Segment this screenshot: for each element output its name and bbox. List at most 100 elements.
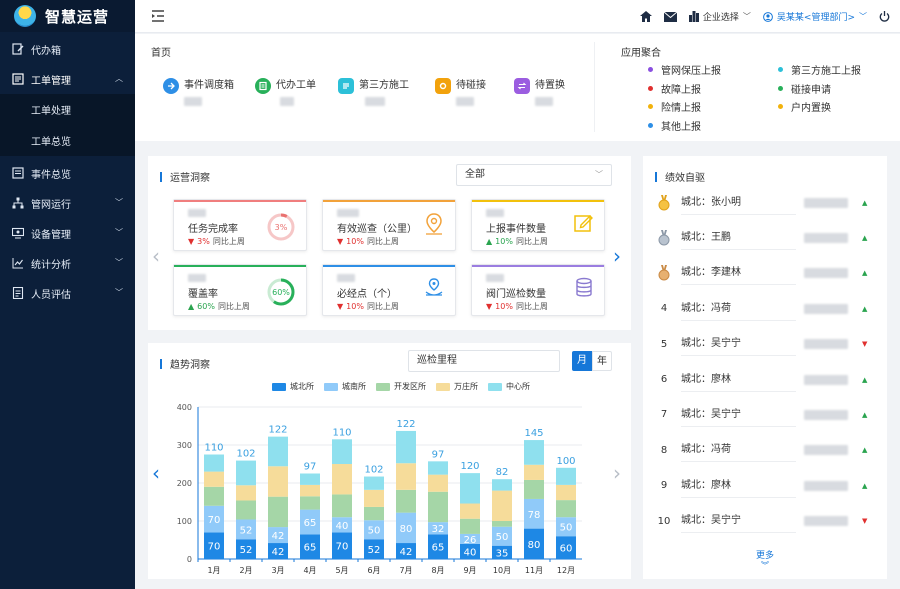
legend-item[interactable]: 开发区所 [376, 381, 426, 392]
prev-arrow-icon[interactable]: ‹ [152, 461, 160, 485]
perf-rank: 8 [660, 444, 668, 456]
app-logo[interactable]: 智慧运营 [0, 0, 135, 32]
menu-collapse-icon[interactable] [151, 10, 165, 22]
bar-segment [492, 479, 512, 491]
sidebar-item-workorder-process[interactable]: 工单处理 [0, 94, 135, 125]
kpi-valve-inspection[interactable]: 阀门巡检数量 ▼ 10% 同比上周 [471, 264, 605, 316]
kpi-compare: ▲ 10% 同比上周 [486, 236, 548, 247]
agg-link-other-report[interactable]: 其他上报 [648, 118, 701, 133]
ops-filter-value: 全部 [465, 169, 485, 180]
bar-segment [428, 461, 448, 475]
perf-name: 城北：李建林 [681, 261, 796, 286]
database-icon [576, 277, 592, 297]
perf-value-blurred [804, 303, 848, 314]
perf-name: 城北：吴宁宁 [681, 332, 796, 357]
sidebar-item-todo[interactable]: 代办箱 [0, 34, 135, 64]
arrow-up-icon: ▲ [862, 233, 868, 242]
agg-link-label: 险情上报 [661, 103, 701, 114]
perf-rank: 5 [660, 338, 668, 350]
bar-segment [300, 484, 320, 497]
user-menu[interactable]: 吴某某<管理部门> ﹀ [763, 10, 867, 23]
shortcut-label: 待碰接 [456, 80, 486, 91]
legend-item[interactable]: 中心所 [488, 381, 530, 392]
prev-arrow-icon[interactable]: ‹ [152, 244, 160, 268]
agg-link-third-party-report[interactable]: 第三方施工上报 [778, 62, 861, 77]
kpi-reported-events[interactable]: 上报事件数量 ▲ 10% 同比上周 [471, 199, 605, 251]
perf-rank: 9 [660, 480, 668, 492]
ops-filter-select[interactable]: 全部 ﹀ [456, 164, 612, 186]
y-tick-label: 100 [177, 517, 192, 526]
bar-segment [524, 479, 544, 499]
shortcut-event-dispatch[interactable]: 事件调度箱 [163, 78, 234, 106]
trend-metric-select[interactable]: 巡检里程 [408, 350, 560, 372]
y-tick-label: 300 [177, 441, 192, 450]
document-icon [12, 167, 24, 179]
arrow-down-icon: ▼ [188, 237, 195, 246]
x-tick-label: 12月 [557, 566, 575, 575]
perf-value-blurred [804, 480, 848, 491]
legend-item[interactable]: 万庄所 [436, 381, 478, 392]
sidebar-item-stats[interactable]: 统计分析 ﹀ [0, 248, 135, 278]
sidebar-item-devices[interactable]: 设备管理 ﹀ [0, 218, 135, 248]
next-arrow-icon[interactable]: › [613, 244, 621, 268]
arrow-up-icon: ▲ [862, 304, 868, 313]
perf-row[interactable]: 6 城北：廖林 ▲ [655, 362, 873, 397]
kpi-value-blurred [486, 209, 504, 217]
kpi-compare-label: 同比上周 [515, 237, 548, 246]
bar-total-label: 100 [556, 456, 575, 467]
bar-segment-label: 52 [368, 545, 381, 556]
kpi-task-completion[interactable]: 任务完成率 ▼ 3% 同比上周 3% [173, 199, 307, 251]
kpi-label: 上报事件数量 [486, 224, 546, 235]
kpi-pct: 60% [197, 302, 215, 311]
legend-label: 城南所 [342, 382, 366, 391]
perf-row[interactable]: 9 城北：廖林 ▲ [655, 468, 873, 503]
power-icon[interactable] [879, 11, 890, 22]
agg-link-connect-apply[interactable]: 碰接申请 [778, 81, 831, 96]
sidebar-item-staff-eval[interactable]: 人员评估 ﹀ [0, 278, 135, 308]
sidebar-item-workorder-overview[interactable]: 工单总览 [0, 125, 135, 156]
double-chevron-down-icon[interactable]: ︾ [643, 560, 887, 571]
sidebar-item-label: 工单总览 [31, 137, 71, 148]
legend-item[interactable]: 城南所 [324, 381, 366, 392]
kpi-compare-label: 同比上周 [366, 302, 399, 311]
sidebar-item-events[interactable]: 事件总览 [0, 158, 135, 188]
perf-row[interactable]: 5 城北：吴宁宁 ▼ [655, 327, 873, 362]
kpi-value-blurred [188, 274, 206, 282]
sidebar-item-network[interactable]: 管网运行 ﹀ [0, 188, 135, 218]
location-pin-icon [426, 213, 442, 235]
kpi-checkpoints[interactable]: 必经点（个） ▼ 10% 同比上周 [322, 264, 456, 316]
kpi-effective-patrol[interactable]: 有效巡查（公里） ▼ 10% 同比上周 [322, 199, 456, 251]
perf-row[interactable]: 城北：李建林 ▲ [655, 256, 873, 291]
perf-row[interactable]: 8 城北：冯荷 ▲ [655, 433, 873, 468]
bullet-icon [648, 67, 653, 72]
perf-row[interactable]: 4 城北：冯荷 ▲ [655, 291, 873, 326]
bar-segment-label: 50 [368, 526, 381, 537]
perf-row[interactable]: 城北：张小明 ▲ [655, 185, 873, 220]
bar-segment [268, 496, 288, 528]
year-toggle-button[interactable]: 年 [592, 351, 612, 371]
bullet-icon [648, 104, 653, 109]
mail-icon[interactable] [663, 11, 677, 22]
shortcut-third-party[interactable]: 第三方施工 [338, 78, 409, 106]
perf-row[interactable]: 10 城北：吴宁宁 ▼ [655, 504, 873, 539]
agg-link-fault-report[interactable]: 故障上报 [648, 81, 701, 96]
company-select[interactable]: 企业选择 ﹀ [688, 10, 751, 23]
arrow-up-icon: ▲ [862, 446, 868, 455]
shortcut-todo-workorder[interactable]: 代办工单 [255, 78, 316, 106]
shortcut-pending-replace[interactable]: 待置换 [514, 78, 565, 106]
month-toggle-button[interactable]: 月 [572, 351, 592, 371]
agg-link-indoor-replace[interactable]: 户内置换 [778, 99, 831, 114]
legend-item[interactable]: 城北所 [272, 381, 314, 392]
next-arrow-icon[interactable]: › [613, 461, 621, 485]
shortcut-pending-connect[interactable]: 待碰接 [435, 78, 486, 106]
perf-row[interactable]: 7 城北：吴宁宁 ▲ [655, 397, 873, 432]
kpi-coverage[interactable]: 覆盖率 ▲ 60% 同比上周 60% [173, 264, 307, 316]
kpi-compare-label: 同比上周 [217, 302, 250, 311]
report-icon [12, 287, 24, 299]
agg-link-label: 故障上报 [661, 85, 701, 96]
agg-link-danger-report[interactable]: 险情上报 [648, 99, 701, 114]
perf-row[interactable]: 城北：王鹏 ▲ [655, 220, 873, 255]
home-icon[interactable] [639, 11, 652, 22]
sidebar-item-workorder[interactable]: 工单管理 ︿ [0, 64, 135, 94]
agg-link-pressure-report[interactable]: 管网保压上报 [648, 62, 721, 77]
